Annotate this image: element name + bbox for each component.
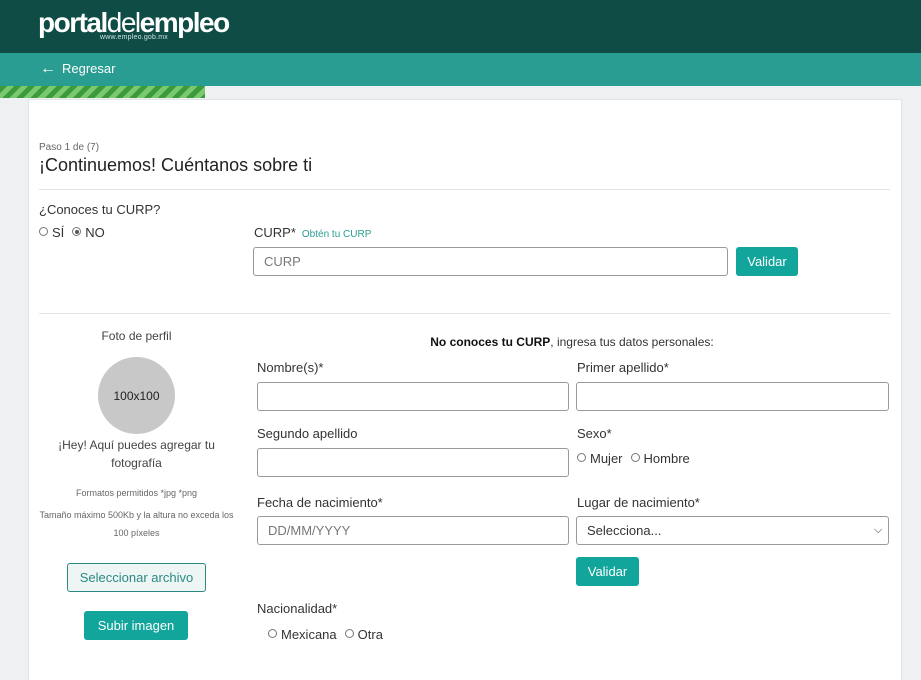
photo-title: Foto de perfil (101, 329, 172, 343)
portal-del-empleo-logo[interactable]: portaldelempleo (38, 7, 230, 38)
curp-field-label: CURP* Obtén tu CURP (254, 225, 371, 240)
nac-otra-label: Otra (357, 627, 383, 642)
no-curp-hint: No conoces tu CURP, ingresa tus datos pe… (254, 335, 890, 349)
photo-size-rule: Tamaño máximo 500Kb y la altura no exced… (39, 510, 234, 538)
hint-rest: , ingresa tus datos personales: (550, 335, 714, 349)
top-header: portaldelempleo www.empleo.gob.mx (0, 0, 921, 53)
back-label: Regresar (62, 61, 116, 76)
nacionalidad-radio-group: Mexicana Otra (268, 627, 391, 642)
divider (39, 189, 890, 190)
segundo-apellido-label: Segundo apellido (257, 426, 358, 441)
progress-bar (0, 86, 921, 98)
progress-fill (0, 86, 205, 98)
nacionalidad-label: Nacionalidad* (257, 601, 338, 616)
primer-apellido-input[interactable] (576, 382, 889, 411)
radio-icon[interactable] (344, 629, 354, 638)
validate-data-button[interactable]: Validar (576, 557, 639, 586)
curp-label-text: CURP* (254, 225, 296, 240)
nac-mexicana-label: Mexicana (281, 627, 337, 642)
radio-icon[interactable] (39, 227, 48, 236)
photo-prompt: ¡Hey! Aquí puedes agregar tu fotografía (58, 438, 215, 470)
curp-no-label: NO (85, 225, 105, 240)
logo-part-portal: portal (38, 7, 108, 38)
sexo-radio-group: Mujer Hombre (577, 451, 698, 466)
curp-no-option[interactable]: NO (72, 225, 105, 240)
sexo-mujer-option[interactable]: Mujer (577, 451, 623, 466)
divider (39, 313, 890, 314)
upload-image-button[interactable]: Subir imagen (84, 611, 188, 640)
fecha-label: Fecha de nacimiento* (257, 495, 383, 510)
avatar-placeholder: 100x100 (98, 357, 175, 434)
page-title: ¡Continuemos! Cuéntanos sobre ti (39, 155, 313, 175)
arrow-left-icon: ← (40, 59, 56, 77)
nav-bar: ← Regresar (0, 53, 921, 86)
sexo-label: Sexo* (577, 426, 612, 441)
radio-icon[interactable] (577, 453, 586, 462)
back-link[interactable]: ← Regresar (40, 59, 116, 77)
sexo-mujer-label: Mujer (590, 451, 623, 466)
curp-input[interactable] (253, 247, 728, 276)
nac-otra-option[interactable]: Otra (344, 627, 383, 642)
radio-icon[interactable] (630, 453, 640, 462)
curp-question: ¿Conoces tu CURP? (39, 202, 161, 217)
fecha-input[interactable] (257, 516, 569, 545)
curp-known-radio-group: SÍ NO (39, 225, 113, 240)
segundo-apellido-input[interactable] (257, 448, 569, 477)
get-curp-link[interactable]: Obtén tu CURP (302, 229, 371, 240)
primer-apellido-label: Primer apellido* (577, 360, 669, 375)
logo-url: www.empleo.gob.mx (100, 34, 168, 41)
validate-curp-button[interactable]: Validar (736, 247, 798, 276)
lugar-label: Lugar de nacimiento* (577, 495, 700, 510)
curp-yes-label: SÍ (52, 225, 65, 240)
radio-icon[interactable] (268, 629, 277, 638)
hint-bold: No conoces tu CURP (430, 335, 551, 349)
step-indicator: Paso 1 de (7) (39, 142, 100, 153)
sexo-hombre-option[interactable]: Hombre (630, 451, 690, 466)
select-file-button[interactable]: Seleccionar archivo (67, 563, 206, 592)
radio-selected-icon[interactable] (72, 227, 82, 236)
nac-mexicana-option[interactable]: Mexicana (268, 627, 337, 642)
photo-formats: Formatos permitidos *jpg *png (75, 488, 198, 498)
lugar-select[interactable]: Selecciona... (576, 516, 889, 545)
nombre-input[interactable] (257, 382, 569, 411)
nombre-label: Nombre(s)* (257, 360, 324, 375)
curp-yes-option[interactable]: SÍ (39, 225, 64, 240)
avatar-placeholder-text: 100x100 (113, 388, 160, 403)
sexo-hombre-label: Hombre (643, 451, 690, 466)
